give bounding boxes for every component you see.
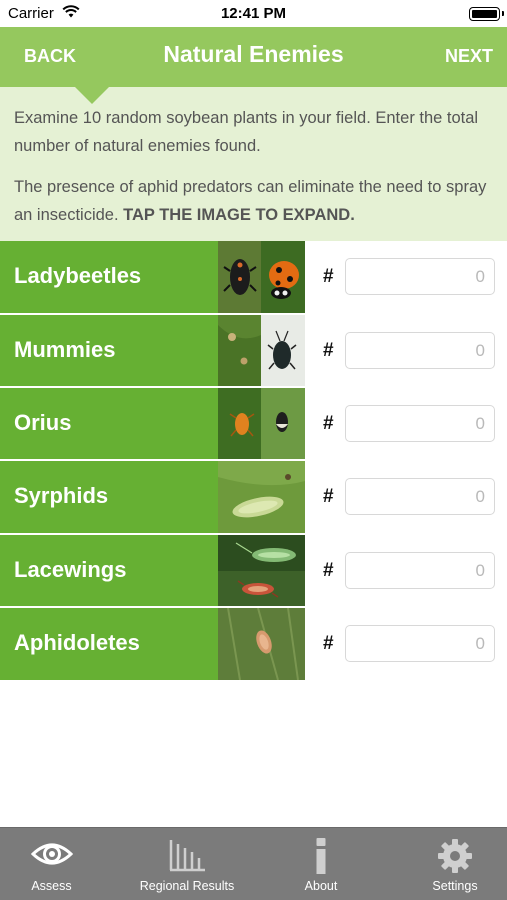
count-hash-symbol: #	[323, 486, 334, 507]
tab-assess[interactable]: Assess	[0, 828, 103, 900]
enemy-label-button[interactable]: Mummies	[0, 315, 218, 387]
tab-label: Regional Results	[139, 879, 235, 893]
ladybeetle-photo[interactable]	[218, 241, 305, 313]
page-title: Natural Enemies	[163, 41, 344, 67]
nav-pointer-arrow	[75, 87, 109, 104]
tap-to-expand-hint: TAP THE IMAGE TO EXPAND.	[123, 206, 355, 224]
enemy-label-button[interactable]: Aphidoletes	[0, 608, 218, 680]
status-bar: Carrier 12:41 PM	[0, 0, 507, 27]
lacewings-count-input[interactable]	[345, 552, 495, 589]
orius-count-input[interactable]	[345, 405, 495, 442]
syrphids-count-input[interactable]	[345, 478, 495, 515]
aphidoletes-count-input[interactable]	[345, 625, 495, 662]
enemy-label: Aphidoletes	[14, 630, 140, 655]
orius-photo[interactable]	[218, 388, 305, 460]
enemy-row-mummies: Mummies #	[0, 315, 507, 387]
enemy-row-orius: Orius #	[0, 388, 507, 460]
navigation-bar: BACK Natural Enemies NEXT	[0, 27, 507, 87]
ladybeetles-count-input[interactable]	[345, 258, 495, 295]
tab-bar: Assess Regional Results About Settings	[0, 827, 507, 900]
enemy-label-button[interactable]: Syrphids	[0, 461, 218, 533]
tab-settings[interactable]: Settings	[405, 828, 505, 900]
tab-label: Assess	[31, 879, 72, 893]
next-button[interactable]: NEXT	[445, 46, 493, 67]
enemy-label: Mummies	[14, 337, 116, 362]
enemy-label: Orius	[14, 410, 72, 435]
info-icon	[316, 838, 326, 874]
enemy-row-ladybeetles: Ladybeetles #	[0, 241, 507, 313]
predator-note: The presence of aphid predators can elim…	[14, 173, 494, 229]
count-hash-symbol: #	[323, 340, 334, 361]
lacewing-photo[interactable]	[218, 535, 305, 607]
syrphid-photo[interactable]	[218, 461, 305, 533]
enemy-label-button[interactable]: Lacewings	[0, 535, 218, 607]
enemy-label-button[interactable]: Orius	[0, 388, 218, 460]
instructions-panel: Examine 10 random soybean plants in your…	[0, 87, 507, 241]
tab-regional-results[interactable]: Regional Results	[130, 828, 244, 900]
eye-icon	[30, 843, 73, 865]
bar-chart-icon	[169, 840, 205, 872]
enemy-label: Ladybeetles	[14, 263, 142, 288]
mummy-photo[interactable]	[218, 315, 305, 387]
count-hash-symbol: #	[323, 413, 334, 434]
enemy-row-syrphids: Syrphids #	[0, 461, 507, 533]
tab-label: About	[304, 879, 338, 893]
tab-label: Settings	[432, 879, 478, 893]
count-hash-symbol: #	[323, 266, 334, 287]
enemy-row-lacewings: Lacewings #	[0, 535, 507, 607]
battery-icon	[469, 7, 504, 21]
count-hash-symbol: #	[323, 633, 334, 654]
enemy-row-aphidoletes: Aphidoletes #	[0, 608, 507, 680]
status-time: 12:41 PM	[220, 5, 287, 22]
count-hash-symbol: #	[323, 560, 334, 581]
tab-about[interactable]: About	[271, 828, 371, 900]
instructions-text: Examine 10 random soybean plants in your…	[14, 109, 479, 155]
enemy-label: Syrphids	[14, 483, 109, 508]
enemy-label: Lacewings	[14, 557, 127, 582]
aphidoletes-photo[interactable]	[218, 608, 305, 680]
gear-icon	[438, 839, 472, 873]
enemy-label-button[interactable]: Ladybeetles	[0, 241, 218, 313]
mummies-count-input[interactable]	[345, 332, 495, 369]
